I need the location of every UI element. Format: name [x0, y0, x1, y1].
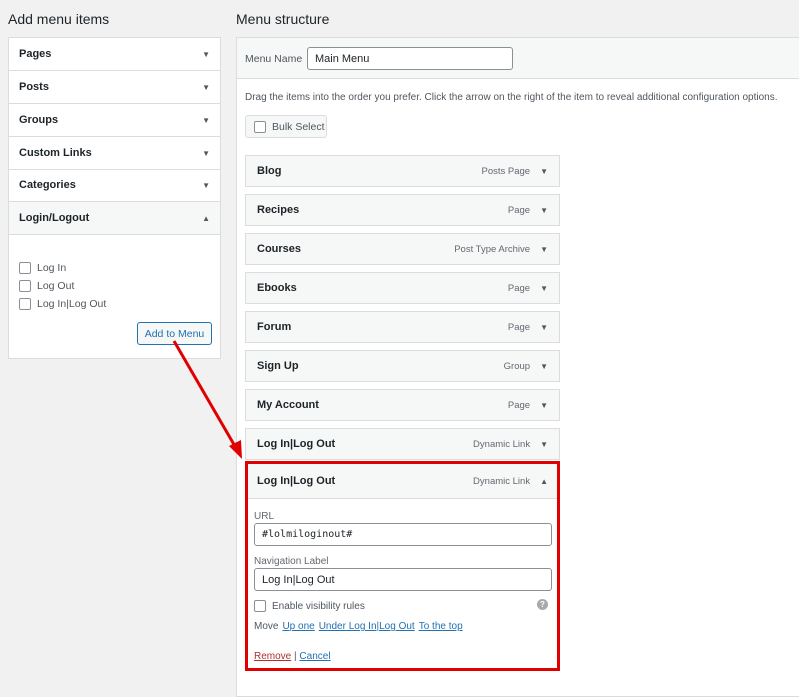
annotation-arrow: [172, 340, 242, 459]
